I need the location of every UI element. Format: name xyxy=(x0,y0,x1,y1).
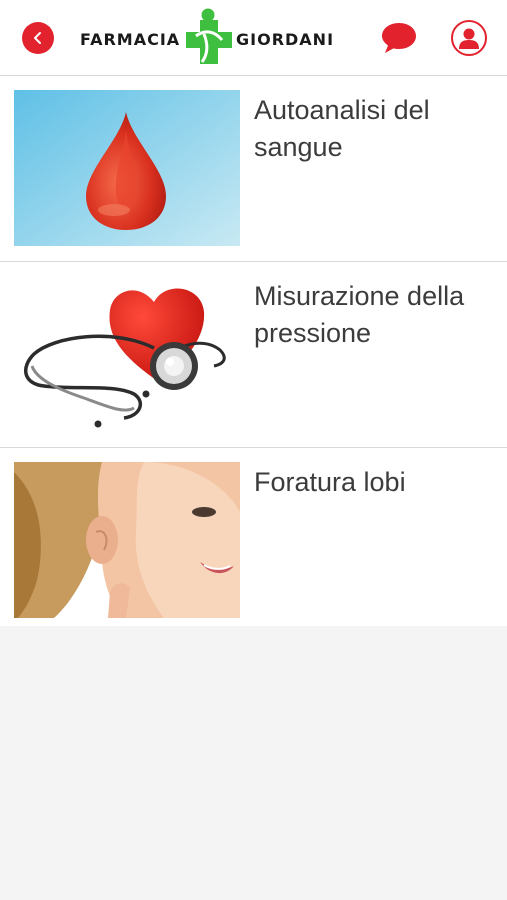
green-cross-logo-icon xyxy=(186,8,232,64)
pharmacy-logo[interactable]: FARMACIA GIORDANI xyxy=(80,6,335,70)
service-title: Foratura lobi xyxy=(254,467,406,497)
logo-text-farmacia: FARMACIA xyxy=(80,30,181,49)
app-header: FARMACIA GIORDANI xyxy=(0,0,507,76)
service-item-autoanalisi[interactable]: Autoanalisi del sangue xyxy=(0,76,507,262)
chevron-left-icon xyxy=(34,32,41,44)
service-title: Autoanalisi del sangue xyxy=(254,95,430,162)
service-item-pressione[interactable]: Misurazione della pressione xyxy=(0,262,507,448)
blood-drop-image[interactable] xyxy=(14,90,240,246)
heart-stethoscope-image[interactable] xyxy=(14,276,240,432)
user-button[interactable] xyxy=(451,20,487,56)
back-button[interactable] xyxy=(22,22,54,54)
services-list: Autoanalisi del sangue Misurazione della… xyxy=(0,76,507,626)
chat-bubble-icon[interactable] xyxy=(380,20,418,56)
service-item-foratura[interactable]: Foratura lobi xyxy=(0,448,507,626)
child-ear-image[interactable] xyxy=(14,462,240,618)
logo-text-giordani: GIORDANI xyxy=(236,30,335,49)
service-title: Misurazione della pressione xyxy=(254,281,465,348)
user-icon xyxy=(459,28,479,49)
